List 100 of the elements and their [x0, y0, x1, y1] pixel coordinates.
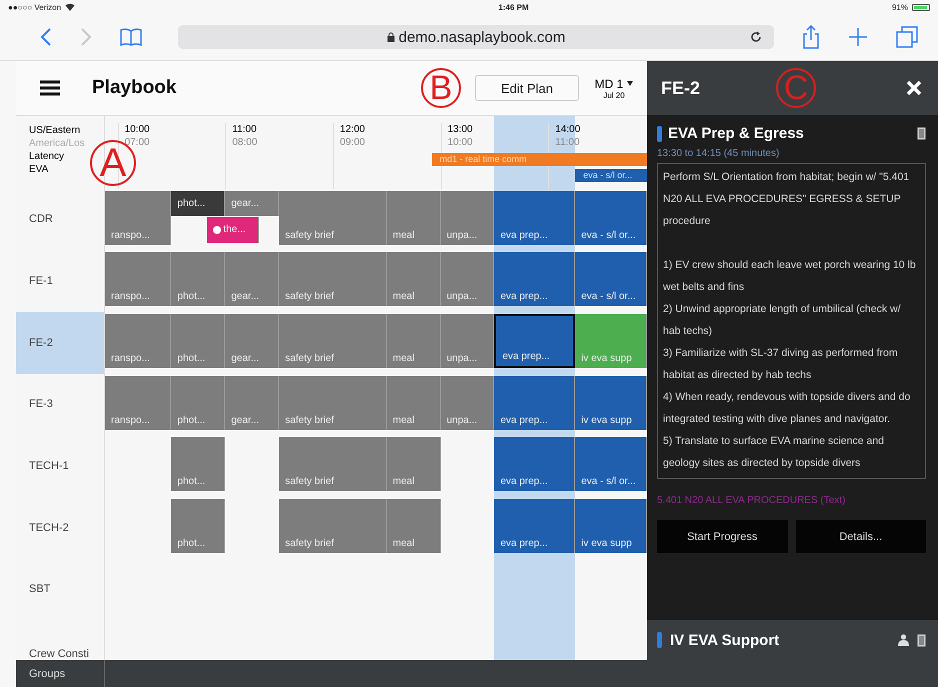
carrier-label: ●●○○○ Verizon: [8, 2, 62, 12]
edit-plan-button[interactable]: Edit Plan: [475, 75, 579, 101]
activity-block[interactable]: the...: [207, 216, 260, 243]
tabs-icon[interactable]: [896, 26, 918, 48]
clock-label: 1:46 PM: [497, 2, 529, 12]
activity-block[interactable]: safety brief: [279, 252, 387, 306]
reload-icon[interactable]: [750, 31, 762, 43]
hour-label: 09:00: [340, 136, 365, 149]
timezone-label: America/Los: [29, 137, 86, 150]
activity-block[interactable]: phot...: [171, 437, 226, 492]
activity-block[interactable]: phot...: [171, 314, 226, 368]
band-label: EVA: [29, 163, 50, 176]
hour-label: 12:00: [340, 123, 365, 136]
procedure-link[interactable]: 5.401 N20 ALL EVA PROCEDURES (Text): [657, 495, 926, 506]
activity-block[interactable]: meal: [386, 498, 441, 553]
panel-title: FE-2: [661, 78, 700, 98]
hour-label: 11:00: [555, 136, 580, 149]
menu-icon[interactable]: [40, 80, 60, 96]
address-field[interactable]: demo.nasaplaybook.com: [178, 25, 774, 49]
activity-time: 13:30 to 14:15 (45 minutes): [657, 148, 780, 159]
activity-title: EVA Prep & Egress: [668, 125, 805, 142]
activity-title: IV EVA Support: [670, 632, 780, 648]
activity-block[interactable]: ranspo...: [105, 314, 172, 368]
procedure-step: 2) Unwind appropriate length of umbilical (check w/ hab techs): [663, 298, 920, 342]
hour-label: 08:00: [232, 136, 258, 149]
activity-block[interactable]: ranspo...: [105, 376, 172, 430]
activity-block[interactable]: meal: [386, 437, 441, 492]
activity-block[interactable]: unpa...: [440, 376, 494, 430]
band-bar[interactable]: eva - s/l or...: [575, 169, 647, 182]
band-bar[interactable]: md1 - real time comm: [432, 153, 647, 166]
activity-block[interactable]: meal: [386, 314, 441, 368]
activity-block[interactable]: meal: [386, 376, 441, 430]
crew-row-label[interactable]: FE-3: [16, 374, 105, 436]
crew-row-label[interactable]: FE-2: [16, 312, 105, 374]
close-icon[interactable]: [906, 80, 922, 96]
clipboard-icon[interactable]: [917, 634, 926, 646]
activity-block[interactable]: meal: [386, 190, 441, 245]
person-icon[interactable]: [898, 634, 909, 646]
activity-block[interactable]: eva - s/l or...: [575, 190, 647, 245]
procedure-step: 1) EV crew should each leave wet porch wearing 10 lb wet belts and fins: [663, 254, 920, 298]
procedure-step: 5) Translate to surface EVA marine science and geology sites as directed by topside divers: [663, 430, 920, 474]
day-selector[interactable]: MD 1 Jul 20: [587, 76, 641, 100]
plus-icon[interactable]: [848, 27, 868, 47]
details-button[interactable]: Details...: [796, 520, 926, 553]
lock-icon: [386, 32, 395, 42]
activity-block[interactable]: iv eva supp: [575, 314, 647, 368]
activity-block[interactable]: eva prep...: [494, 498, 576, 553]
procedure-step: 3) Familiarize with SL-37 diving as performed from habitat as directed by hab techs: [663, 342, 920, 386]
book-icon[interactable]: [120, 28, 142, 46]
activity-block[interactable]: safety brief: [279, 314, 387, 368]
status-dot-icon: [213, 226, 222, 234]
activity-block[interactable]: iv eva supp: [575, 498, 647, 553]
activity-block[interactable]: safety brief: [279, 498, 387, 553]
band-label: Latency: [29, 150, 66, 163]
activity-block[interactable]: gear...: [225, 376, 280, 430]
activity-block[interactable]: phot...: [171, 252, 226, 306]
caret-icon: [627, 81, 634, 86]
back-icon[interactable]: [40, 27, 52, 47]
activity-block[interactable]: unpa...: [440, 252, 494, 306]
groups-label[interactable]: Groups: [16, 660, 105, 687]
activity-block[interactable]: safety brief: [279, 190, 387, 245]
wifi-icon: [65, 3, 76, 11]
activity-block[interactable]: safety brief: [279, 376, 387, 430]
share-icon[interactable]: [802, 25, 820, 49]
activity-block[interactable]: eva - s/l or...: [575, 437, 647, 492]
activity-block[interactable]: ranspo...: [105, 190, 172, 245]
activity-block[interactable]: gear...: [225, 252, 280, 306]
activity-block[interactable]: unpa...: [440, 190, 494, 245]
hour-label: 10:00: [448, 136, 473, 149]
activity-block[interactable]: eva - s/l or...: [575, 252, 647, 306]
annotation-circle: B: [421, 68, 461, 108]
start-progress-button[interactable]: Start Progress: [657, 520, 788, 553]
activity-block[interactable]: iv eva supp: [575, 376, 647, 430]
battery-percent: 91%: [892, 2, 908, 12]
hour-label: 07:00: [124, 136, 150, 148]
activity-block[interactable]: phot...: [171, 190, 226, 216]
activity-block[interactable]: gear...: [225, 190, 280, 216]
description-text: Perform S/L Orientation from habitat; begin w/ "5.401 N20 ALL EVA PROCEDURES" EGRESS & SETUP procedure: [663, 170, 910, 229]
activity-block[interactable]: eva prep...: [494, 252, 576, 306]
activity-block[interactable]: phot...: [171, 498, 226, 553]
hour-label: 14:00: [555, 123, 580, 136]
activity-block[interactable]: safety brief: [279, 437, 387, 492]
activity-block[interactable]: eva prep...: [494, 376, 576, 430]
timezone-label: US/Eastern: [29, 124, 82, 137]
activity-block[interactable]: eva prep...: [494, 314, 576, 368]
hour-label: 11:00: [232, 123, 258, 136]
activity-block[interactable]: unpa...: [440, 314, 494, 368]
activity-block[interactable]: phot...: [171, 376, 226, 430]
procedure-step: 4) When ready, rendevous with topside divers and do integrated testing with dive planes and navigator.: [663, 386, 920, 430]
activity-block[interactable]: gear...: [225, 314, 280, 368]
activity-block[interactable]: ranspo...: [105, 252, 172, 306]
battery-icon: [912, 4, 930, 10]
activity-block[interactable]: meal: [386, 252, 441, 306]
activity-block[interactable]: eva prep...: [494, 190, 576, 245]
app-title: Playbook: [92, 77, 176, 99]
annotation-circle: C: [776, 68, 816, 108]
clipboard-icon[interactable]: [917, 127, 926, 140]
activity-block[interactable]: eva prep...: [494, 437, 576, 492]
hour-label: 10:00: [124, 123, 150, 136]
url-text: demo.nasaplaybook.com: [398, 28, 566, 46]
